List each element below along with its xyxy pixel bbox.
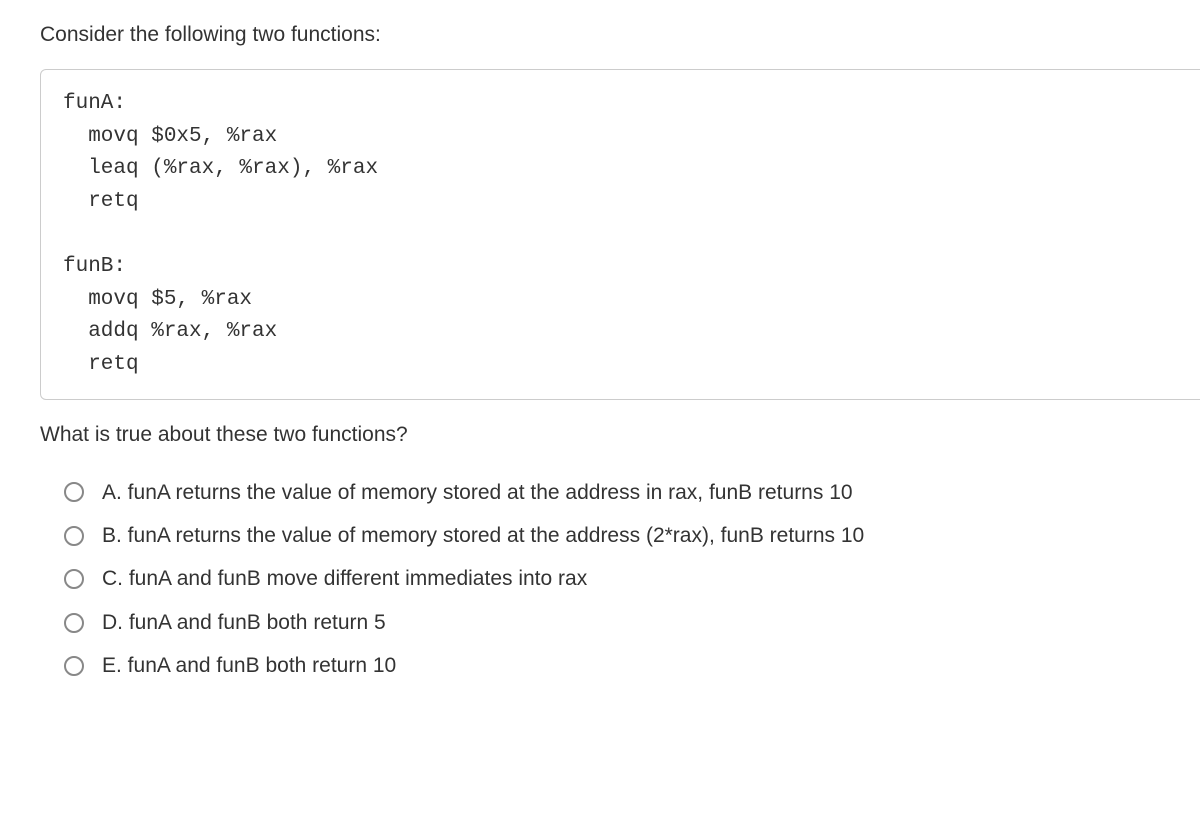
option-row-b[interactable]: B. funA returns the value of memory stor… — [64, 521, 1200, 550]
option-label-a[interactable]: A. funA returns the value of memory stor… — [102, 478, 853, 507]
options-group: A. funA returns the value of memory stor… — [40, 478, 1200, 681]
radio-b[interactable] — [64, 526, 84, 546]
question-text: What is true about these two functions? — [40, 420, 1200, 449]
prompt-text: Consider the following two functions: — [40, 20, 1200, 49]
option-row-d[interactable]: D. funA and funB both return 5 — [64, 608, 1200, 637]
option-label-d[interactable]: D. funA and funB both return 5 — [102, 608, 386, 637]
radio-d[interactable] — [64, 613, 84, 633]
option-row-c[interactable]: C. funA and funB move different immediat… — [64, 564, 1200, 593]
option-label-e[interactable]: E. funA and funB both return 10 — [102, 651, 396, 680]
radio-c[interactable] — [64, 569, 84, 589]
code-block: funA: movq $0x5, %rax leaq (%rax, %rax),… — [40, 69, 1200, 400]
option-label-c[interactable]: C. funA and funB move different immediat… — [102, 564, 587, 593]
option-label-b[interactable]: B. funA returns the value of memory stor… — [102, 521, 864, 550]
option-row-e[interactable]: E. funA and funB both return 10 — [64, 651, 1200, 680]
radio-a[interactable] — [64, 482, 84, 502]
option-row-a[interactable]: A. funA returns the value of memory stor… — [64, 478, 1200, 507]
radio-e[interactable] — [64, 656, 84, 676]
